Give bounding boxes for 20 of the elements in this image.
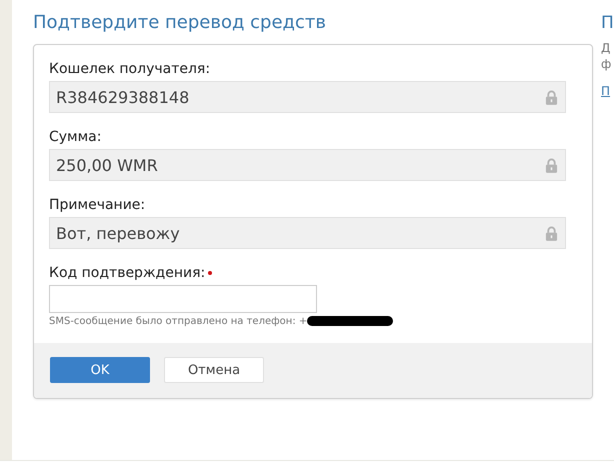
field-label: Сумма: [49, 129, 102, 145]
input-field[interactable] [49, 285, 317, 313]
sms-hint: SMS-сообщение было отправлено на телефон: + [49, 316, 308, 326]
side-text: Д [601, 40, 612, 56]
field-label: Кошелек получателя: [49, 61, 210, 77]
locked-field: 250,00 WMR [49, 149, 566, 181]
locked-field: Вот, перевожу [49, 217, 566, 249]
field-label: Примечание: [49, 197, 146, 213]
field-label: Код подтверждения: [49, 265, 206, 281]
side-link[interactable]: П [601, 84, 610, 98]
side-text: ф [601, 56, 612, 72]
cancel-button[interactable]: Отмена [164, 357, 264, 383]
locked-field: R384629388148 [49, 81, 566, 113]
dialog-title: Подтвердите перевод средств [33, 12, 327, 35]
lock-icon [545, 226, 558, 240]
ok-button[interactable]: OK [50, 357, 150, 383]
side-title: П [601, 12, 614, 35]
lock-icon [545, 90, 558, 104]
lock-icon [545, 158, 558, 172]
required-dot-icon [208, 271, 212, 275]
